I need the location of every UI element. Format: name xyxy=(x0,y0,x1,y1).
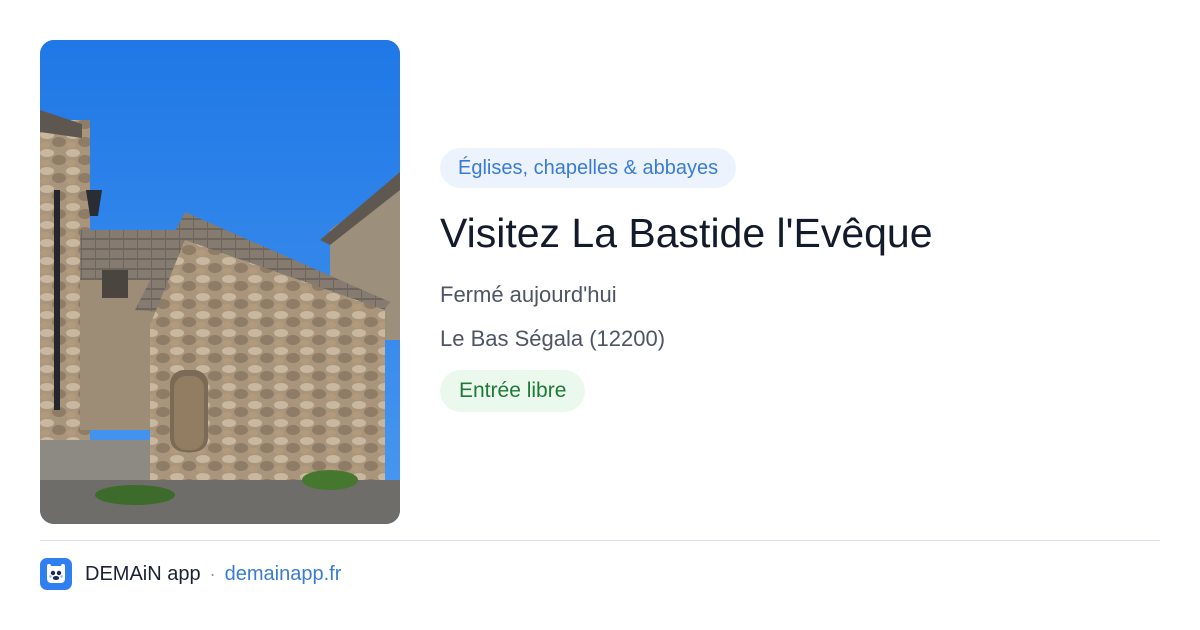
app-domain-link[interactable]: demainapp.fr xyxy=(225,563,342,586)
opening-status: Fermé aujourd'hui xyxy=(440,282,617,307)
mascot-icon xyxy=(47,564,65,583)
place-card[interactable]: Églises, chapelles & abbayes Visitez La … xyxy=(40,40,1160,524)
footer-separator: · xyxy=(209,563,216,584)
category-badge[interactable]: Églises, chapelles & abbayes xyxy=(440,148,737,188)
app-name: DEMAiN app xyxy=(85,562,201,585)
demain-app-logo-icon[interactable] xyxy=(40,558,72,590)
place-photo[interactable] xyxy=(40,40,400,524)
place-info: Églises, chapelles & abbayes Visitez La … xyxy=(440,148,1140,412)
entry-badge: Entrée libre xyxy=(440,370,586,412)
stone-building-illustration xyxy=(40,40,400,524)
location-text: Le Bas Ségala (12200) xyxy=(440,326,666,351)
page-title[interactable]: Visitez La Bastide l'Evêque xyxy=(440,208,1140,258)
footer-divider xyxy=(40,540,1160,541)
site-footer: DEMAiN app · demainapp.fr xyxy=(40,558,341,590)
